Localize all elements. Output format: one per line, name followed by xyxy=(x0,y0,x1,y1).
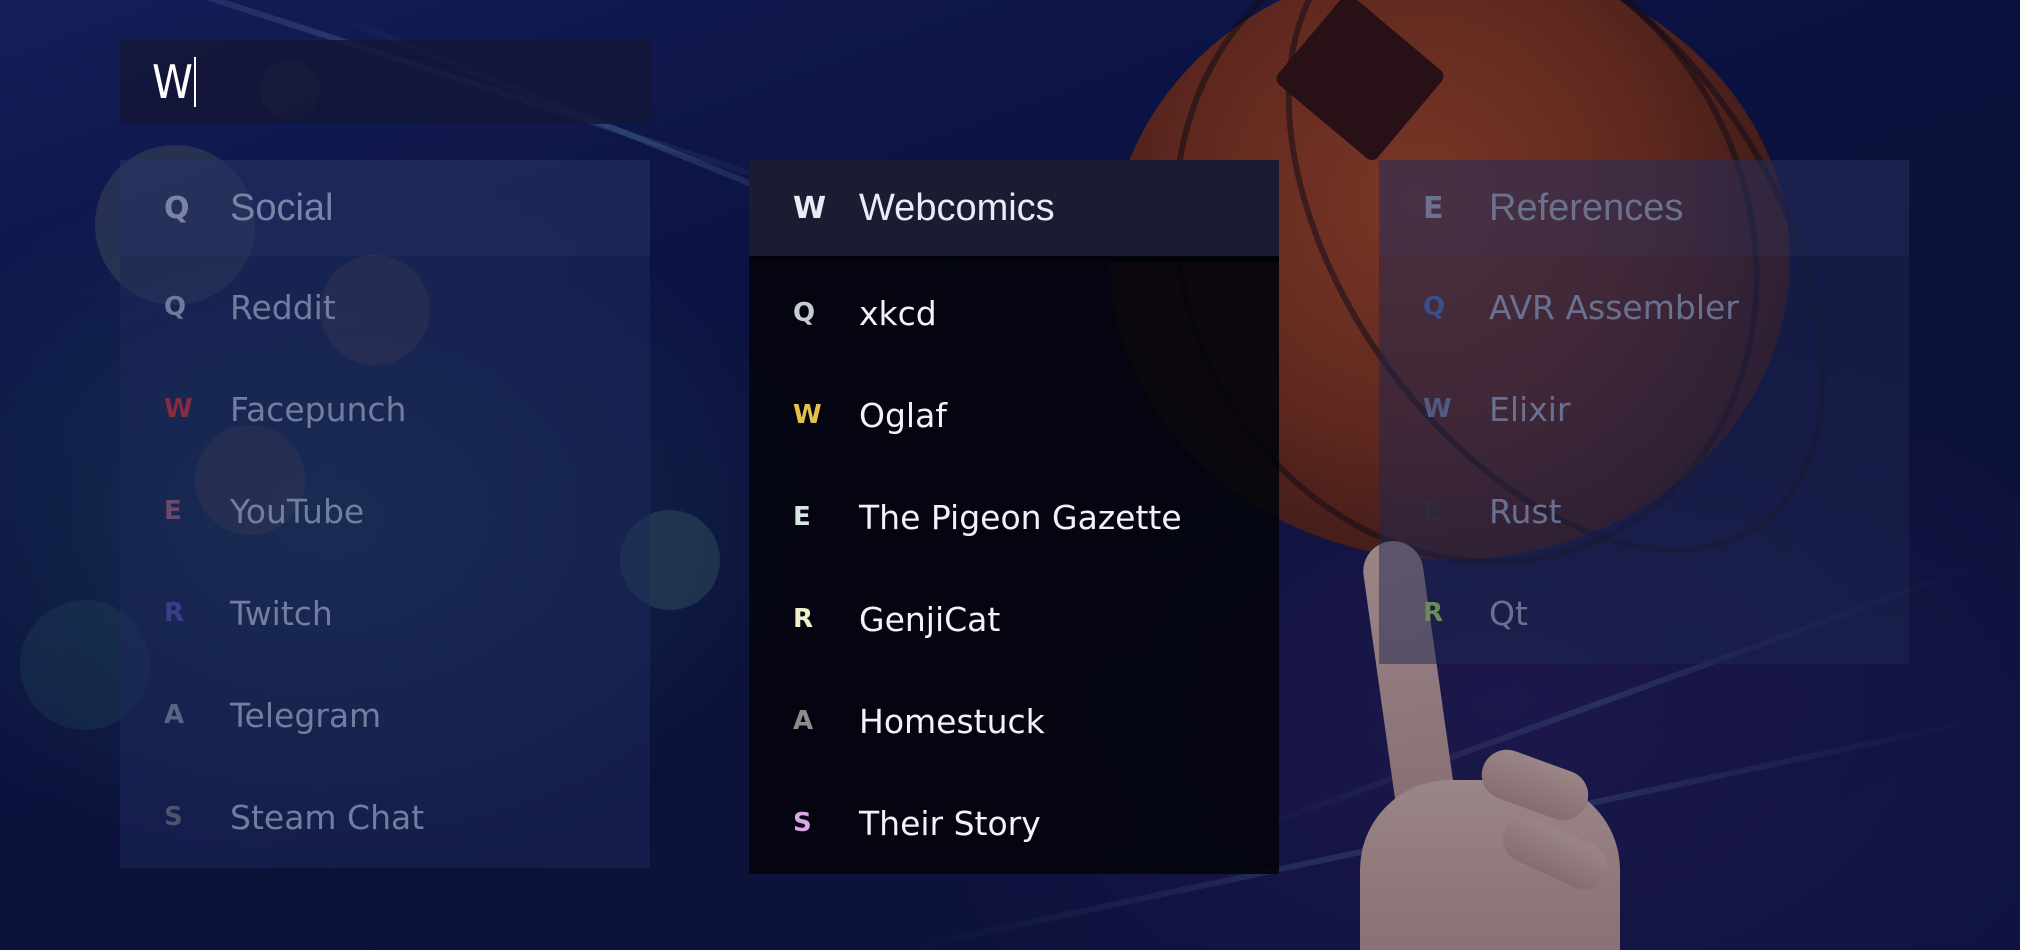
item-label: AVR Assembler xyxy=(1489,287,1739,327)
item-label: Qt xyxy=(1489,593,1528,633)
group-panel-social: Q Social Q Reddit W Facepunch E YouTube R Twitc… xyxy=(120,160,650,868)
list-item[interactable]: Qxkcd xyxy=(749,262,1279,364)
list-item[interactable]: W Elixir xyxy=(1379,358,1909,460)
item-label: Elixir xyxy=(1489,389,1571,429)
list-item[interactable]: E The Pigeon Gazette xyxy=(749,466,1279,568)
list-item[interactable]: E Rust xyxy=(1379,460,1909,562)
group-panel-references: E References Q AVR Assembler W Elixir E Rust R… xyxy=(1379,160,1909,664)
item-hotkey: A xyxy=(164,700,185,730)
group-hotkey: W xyxy=(793,190,827,226)
item-hotkey: W xyxy=(793,400,822,430)
item-hotkey: R xyxy=(164,598,185,628)
list-item[interactable]: S Their Story xyxy=(749,772,1279,874)
list-item[interactable]: S Steam Chat xyxy=(120,766,650,868)
list-item[interactable]: Q AVR Assembler xyxy=(1379,256,1909,358)
group-header-webcomics[interactable]: W Webcomics xyxy=(749,160,1279,262)
list-item[interactable]: A Telegram xyxy=(120,664,650,766)
item-hotkey: R xyxy=(793,604,814,634)
list-item[interactable]: R GenjiCat xyxy=(749,568,1279,670)
group-header-social[interactable]: Q Social xyxy=(120,160,650,256)
group-header-references[interactable]: E References xyxy=(1379,160,1909,256)
group-hotkey: Q xyxy=(164,190,190,226)
item-label: YouTube xyxy=(230,491,365,531)
search-query: W xyxy=(152,55,193,109)
item-hotkey: W xyxy=(164,394,193,424)
item-hotkey: E xyxy=(793,502,811,532)
item-hotkey: W xyxy=(1423,394,1452,424)
item-hotkey: Q xyxy=(164,292,187,322)
group-title: References xyxy=(1489,186,1684,229)
item-label: xkcd xyxy=(859,293,937,333)
group-title: Social xyxy=(230,186,334,229)
item-label: The Pigeon Gazette xyxy=(859,497,1182,537)
item-hotkey: S xyxy=(793,808,812,838)
item-label: Facepunch xyxy=(230,389,407,429)
item-label: Rust xyxy=(1489,491,1562,531)
group-panel-webcomics: W Webcomics Qxkcd W Oglaf E The Pigeon Gazet… xyxy=(749,160,1279,874)
item-hotkey: Q xyxy=(1423,292,1446,322)
item-label: Oglaf xyxy=(859,395,947,435)
item-hotkey: R xyxy=(1423,598,1444,628)
item-label: Telegram xyxy=(230,695,382,735)
item-label: Homestuck xyxy=(859,701,1045,741)
item-hotkey: A xyxy=(793,706,814,736)
group-hotkey: E xyxy=(1423,190,1444,226)
item-label: Twitch xyxy=(230,593,333,633)
item-hotkey: Q xyxy=(793,298,816,328)
item-label: Steam Chat xyxy=(230,797,425,837)
list-item[interactable]: R Twitch xyxy=(120,562,650,664)
list-item[interactable]: Q Reddit xyxy=(120,256,650,358)
list-item[interactable]: R Qt xyxy=(1379,562,1909,664)
list-item[interactable]: A Homestuck xyxy=(749,670,1279,772)
search-input[interactable]: W xyxy=(120,40,652,124)
item-label: GenjiCat xyxy=(859,599,1001,639)
group-title: Webcomics xyxy=(859,186,1055,229)
list-item[interactable]: E YouTube xyxy=(120,460,650,562)
item-label: Their Story xyxy=(859,803,1041,843)
list-item[interactable]: W Oglaf xyxy=(749,364,1279,466)
item-hotkey: S xyxy=(164,802,183,832)
item-label: Reddit xyxy=(230,287,336,327)
text-caret xyxy=(193,57,196,107)
item-hotkey: E xyxy=(1423,496,1441,526)
item-hotkey: E xyxy=(164,496,182,526)
list-item[interactable]: W Facepunch xyxy=(120,358,650,460)
